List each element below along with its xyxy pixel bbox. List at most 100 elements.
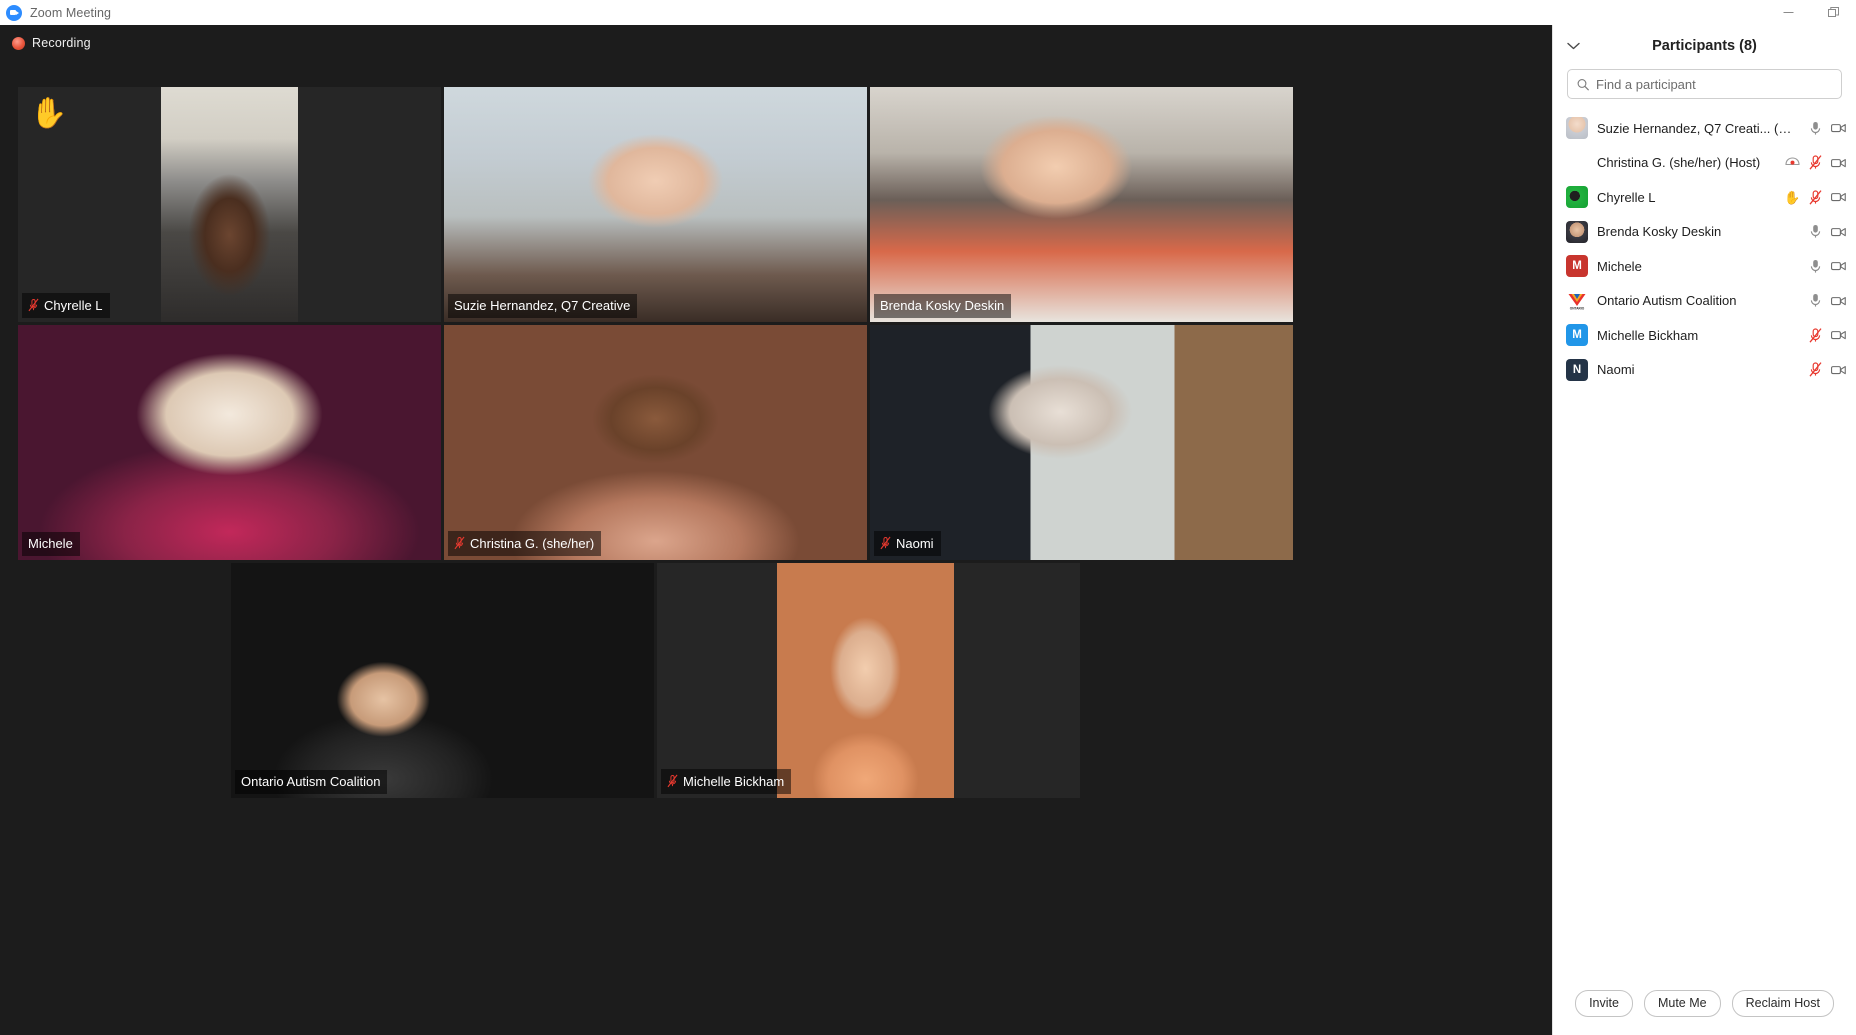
participant-row-michele[interactable]: M Michele	[1553, 249, 1856, 284]
participant-search-wrapper	[1553, 67, 1856, 109]
window-title: Zoom Meeting	[30, 5, 112, 20]
participant-search-box[interactable]	[1567, 69, 1842, 99]
tile-name-text: Suzie Hernandez, Q7 Creative	[454, 299, 631, 312]
video-tile-ontario-autism-coalition[interactable]: Ontario Autism Coalition	[231, 563, 654, 798]
video-feed	[870, 325, 1293, 560]
tile-name-text: Brenda Kosky Deskin	[880, 299, 1005, 312]
avatar	[1566, 220, 1588, 243]
participant-name: Suzie Hernandez, Q7 Creati... (Me)	[1597, 120, 1795, 136]
video-tile-suzie[interactable]: Suzie Hernandez, Q7 Creative	[444, 87, 867, 322]
restore-button[interactable]	[1811, 0, 1856, 25]
recording-indicator[interactable]: Recording	[12, 36, 91, 50]
participant-name: Christina G. (she/her) (Host)	[1597, 155, 1761, 171]
mic-muted-icon[interactable]	[1808, 189, 1823, 205]
video-feed	[231, 563, 654, 798]
tile-name-label: Brenda Kosky Deskin	[874, 294, 1012, 318]
participant-row-ontario-autism-coalition[interactable]: ONTARIO Ontario Autism Coalition	[1553, 284, 1856, 319]
mic-icon[interactable]	[1808, 121, 1823, 136]
recording-dot-icon	[12, 36, 25, 50]
participant-row-brenda[interactable]: Brenda Kosky Deskin	[1553, 215, 1856, 250]
video-icon[interactable]	[1831, 328, 1846, 343]
tile-name-label: Naomi	[874, 531, 941, 556]
video-feed	[18, 325, 441, 560]
video-tile-brenda[interactable]: Brenda Kosky Deskin	[870, 87, 1293, 322]
video-feed	[444, 325, 867, 560]
tile-name-label: Michele	[22, 532, 80, 556]
participant-row-michelle-bickham[interactable]: M Michelle Bickham	[1553, 318, 1856, 353]
avatar: N	[1566, 358, 1588, 381]
avatar	[1566, 117, 1588, 140]
participant-status-icons: ✋	[1784, 189, 1846, 205]
tile-name-label: Chyrelle L	[22, 293, 110, 318]
recording-label: Recording	[32, 36, 91, 50]
participant-name: Brenda Kosky Deskin	[1597, 224, 1722, 240]
reclaim-host-button[interactable]: Reclaim Host	[1731, 989, 1834, 1017]
participants-panel: Participants (8) Suzie Hernandez, Q7 Cre…	[1552, 25, 1856, 1035]
participant-name: Chyrelle L	[1597, 189, 1656, 205]
participant-status-icons	[1808, 327, 1846, 343]
video-icon[interactable]	[1831, 190, 1846, 205]
participants-list[interactable]: Suzie Hernandez, Q7 Creati... (Me) Chris…	[1553, 109, 1856, 979]
video-tile-michelle-bickham[interactable]: Michelle Bickham	[657, 563, 1080, 798]
video-feed	[870, 87, 1293, 322]
search-input[interactable]	[1596, 76, 1832, 92]
video-tile-christina[interactable]: Christina G. (she/her)	[444, 325, 867, 560]
participant-row-suzie[interactable]: Suzie Hernandez, Q7 Creati... (Me)	[1553, 111, 1856, 146]
video-icon[interactable]	[1831, 155, 1846, 170]
video-icon[interactable]	[1831, 362, 1846, 377]
mic-muted-icon	[667, 774, 678, 788]
minimize-button[interactable]	[1766, 0, 1811, 25]
chevron-down-icon[interactable]	[1563, 36, 1583, 56]
avatar: ONTARIO	[1566, 289, 1588, 312]
participant-name: Ontario Autism Coalition	[1597, 293, 1737, 309]
participant-row-chyrelle[interactable]: Chyrelle L ✋	[1553, 180, 1856, 215]
mic-icon[interactable]	[1808, 224, 1823, 239]
video-feed	[444, 87, 867, 322]
mic-muted-icon[interactable]	[1808, 362, 1823, 377]
svg-text:ONTARIO: ONTARIO	[1570, 306, 1585, 310]
participant-name: Michele	[1597, 258, 1642, 274]
video-grid: ✋ Chyrelle L Suzie Hernandez, Q7 Creativ…	[0, 25, 1552, 1035]
video-icon[interactable]	[1831, 293, 1846, 308]
mic-muted-icon[interactable]	[1808, 327, 1823, 343]
avatar	[1566, 152, 1588, 174]
video-icon[interactable]	[1831, 224, 1846, 239]
mic-muted-icon	[880, 536, 891, 550]
avatar	[1566, 186, 1588, 209]
raised-hand-icon: ✋	[30, 97, 68, 130]
video-tile-michele[interactable]: Michele	[18, 325, 441, 560]
video-feed	[777, 563, 954, 798]
tile-name-text: Ontario Autism Coalition	[241, 775, 381, 788]
video-icon[interactable]	[1831, 259, 1846, 274]
mic-muted-icon	[28, 298, 39, 312]
window-titlebar: Zoom Meeting	[0, 0, 1856, 25]
participant-row-christina[interactable]: Christina G. (she/her) (Host)	[1553, 146, 1856, 181]
avatar-initial: N	[1572, 363, 1582, 376]
video-tile-chyrelle[interactable]: ✋ Chyrelle L	[18, 87, 441, 322]
mic-icon[interactable]	[1808, 259, 1823, 274]
tile-name-text: Michelle Bickham	[683, 774, 785, 788]
zoom-logo-icon	[6, 4, 22, 21]
video-feed	[161, 87, 298, 322]
raised-hand-icon: ✋	[1784, 189, 1801, 205]
participants-panel-header: Participants (8)	[1553, 25, 1856, 67]
tile-name-label: Michelle Bickham	[661, 769, 792, 794]
avatar: M	[1566, 324, 1588, 347]
mic-icon[interactable]	[1808, 293, 1823, 308]
participant-row-naomi[interactable]: N Naomi	[1553, 353, 1856, 388]
search-icon	[1577, 78, 1589, 90]
participant-status-icons	[1808, 259, 1846, 274]
video-icon[interactable]	[1831, 121, 1846, 136]
participant-status-icons	[1808, 293, 1846, 308]
ontario-autism-logo-icon: ONTARIO	[1568, 293, 1586, 310]
mic-muted-icon[interactable]	[1808, 155, 1823, 170]
participant-status-icons	[1808, 121, 1846, 136]
tile-name-label: Christina G. (she/her)	[448, 531, 602, 556]
mute-me-button[interactable]: Mute Me	[1643, 989, 1721, 1017]
avatar-initial: M	[1572, 260, 1582, 273]
invite-button[interactable]: Invite	[1575, 989, 1633, 1017]
video-tile-naomi[interactable]: Naomi	[870, 325, 1293, 560]
mic-muted-icon	[454, 536, 465, 550]
participant-status-icons	[1808, 362, 1846, 377]
panel-title: Participants (8)	[1652, 38, 1757, 54]
